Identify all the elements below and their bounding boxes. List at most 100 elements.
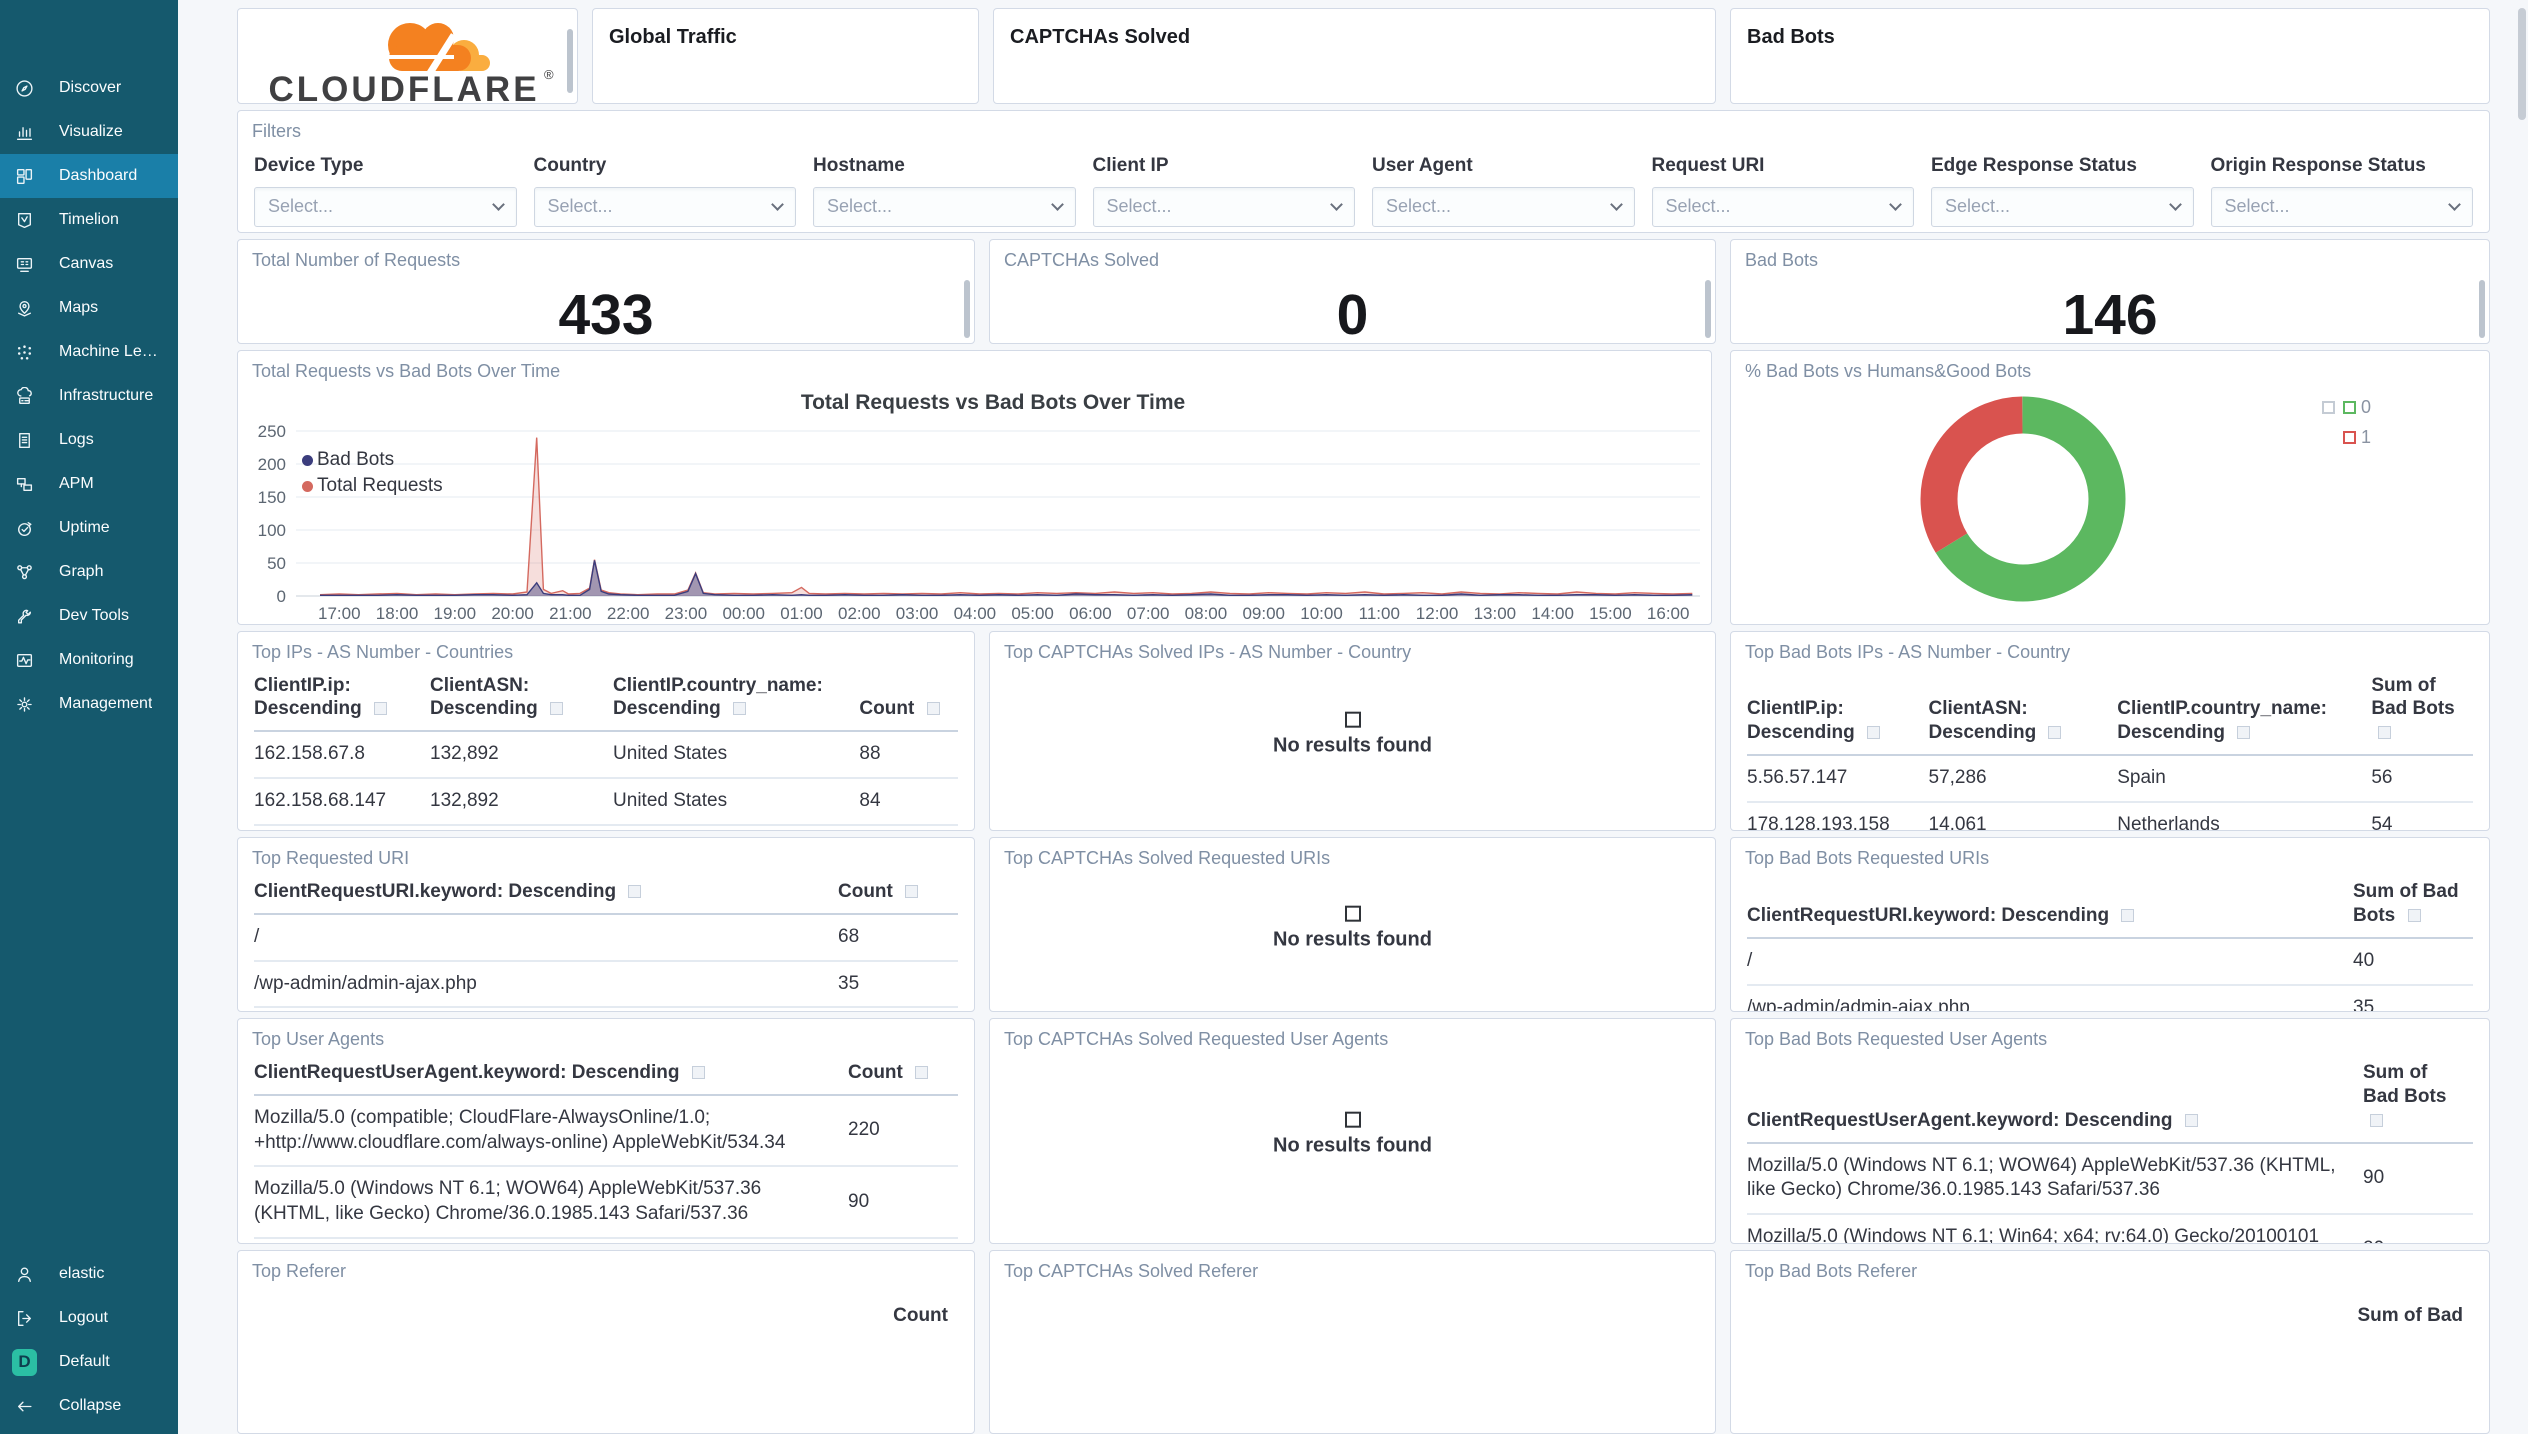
column-header[interactable]: Sum of Bad Bots — [2371, 667, 2473, 756]
column-header[interactable]: ClientIP.country_name: Descending — [2117, 667, 2372, 756]
filter-hostname: Hostname Select... — [813, 155, 1076, 227]
legend-item-total-requests[interactable]: Total Requests — [302, 475, 443, 497]
table-cell: 14,061 — [1928, 801, 2118, 831]
sidebar-item-logs[interactable]: Logs — [0, 418, 178, 462]
sidebar-item-label: Uptime — [59, 519, 110, 536]
column-header[interactable]: ClientASN: Descending — [1928, 667, 2118, 756]
no-results-message: No results found — [990, 905, 1715, 951]
svg-text:100: 100 — [258, 521, 286, 540]
svg-text:04:00: 04:00 — [954, 604, 997, 623]
table-cell: 162.158.67.8 — [254, 731, 430, 779]
sidebar-item-timelion[interactable]: Timelion — [0, 198, 178, 242]
sidebar-item-discover[interactable]: Discover — [0, 66, 178, 110]
sidebar-item-elastic[interactable]: elastic — [0, 1252, 178, 1296]
table-cell: 132,892 — [430, 777, 614, 826]
column-header[interactable]: ClientIP.ip: Descending — [1747, 667, 1929, 756]
sidebar-item-uptime[interactable]: Uptime — [0, 506, 178, 550]
sidebar-item-machine-le[interactable]: Machine Le… — [0, 330, 178, 374]
top-bad-bots-requested-user-agents-panel: Top Bad Bots Requested User Agents Client… — [1730, 1018, 2490, 1244]
column-header[interactable]: Sum of Bad — [2357, 1305, 2463, 1327]
svg-text:15:00: 15:00 — [1589, 604, 1632, 623]
column-header[interactable]: Count — [848, 1055, 958, 1097]
svg-text:18:00: 18:00 — [376, 604, 419, 623]
svg-text:14:00: 14:00 — [1531, 604, 1574, 623]
document-lines-icon — [15, 430, 37, 450]
legend-swatch-icon — [2342, 401, 2356, 415]
header-filter-square-icon — [926, 702, 940, 716]
sidebar-item-monitoring[interactable]: Monitoring — [0, 638, 178, 682]
column-header[interactable]: Sum of Bad Bots — [2363, 1055, 2473, 1144]
timelion-icon — [15, 210, 37, 230]
header-filter-square-icon — [2184, 1113, 2198, 1127]
sidebar-item-dev-tools[interactable]: Dev Tools — [0, 594, 178, 638]
page-scrollbar[interactable] — [2518, 8, 2526, 120]
panel-scrollbar[interactable] — [2479, 280, 2485, 339]
sidebar-item-graph[interactable]: Graph — [0, 550, 178, 594]
sidebar-item-management[interactable]: Management — [0, 682, 178, 726]
column-header[interactable]: Count — [838, 874, 958, 916]
column-header[interactable]: ClientASN: Descending — [430, 667, 614, 733]
sidebar-item-maps[interactable]: Maps — [0, 286, 178, 330]
header-filter-square-icon — [373, 702, 387, 716]
sidebar-item-label: elastic — [59, 1265, 105, 1282]
filter-device-type-select[interactable]: Select... — [254, 186, 517, 227]
column-header[interactable]: ClientRequestUserAgent.keyword: Descendi… — [254, 1055, 848, 1097]
panel-heading: Bad Bots — [1747, 26, 1835, 48]
arrow-left-icon — [15, 1396, 37, 1416]
filter-label: Hostname — [813, 154, 905, 176]
svg-text:21:00: 21:00 — [549, 604, 592, 623]
sidebar-item-visualize[interactable]: Visualize — [0, 110, 178, 154]
filter-client-ip-select[interactable]: Select... — [1092, 186, 1355, 227]
donut-legend-item-1[interactable]: 1 — [2322, 427, 2371, 448]
column-header[interactable]: ClientIP.ip: Descending — [254, 667, 430, 733]
column-header[interactable]: ClientRequestURI.keyword: Descending — [254, 874, 838, 916]
table-cell: 56 — [2371, 754, 2473, 803]
table-cell: Netherlands — [2117, 801, 2372, 831]
table-cell: 16 — [838, 1007, 958, 1012]
sidebar-item-infrastructure[interactable]: Infrastructure — [0, 374, 178, 418]
column-header[interactable]: ClientIP.country_name: Descending — [613, 667, 860, 733]
requests-vs-badbots-chart-panel: Total Requests vs Bad Bots Over Time 0 50… — [237, 350, 1712, 625]
data-table: ClientIP.ip: Descending ClientASN: Desce… — [1747, 667, 2473, 831]
sidebar-item-collapse[interactable]: Collapse — [0, 1384, 178, 1428]
header-filter-square-icon — [905, 885, 919, 899]
donut-legend-item-0[interactable]: 0 — [2321, 397, 2371, 418]
header-filter-square-icon — [549, 702, 563, 716]
table-cell: 220 — [848, 1095, 958, 1168]
filter-edge-response-status-select[interactable]: Select... — [1931, 186, 2194, 227]
table-row: 178.128.193.158 14,061 Netherlands 54 — [1747, 801, 2473, 831]
select-placeholder: Select... — [1106, 196, 1172, 217]
header-row: CLOUDFLARE ® Global Traffic CAPTCHAs Sol… — [237, 8, 2490, 104]
filter-country-select[interactable]: Select... — [533, 186, 796, 227]
filter-label: User Agent — [1372, 154, 1473, 176]
sidebar-item-dashboard[interactable]: Dashboard — [0, 154, 178, 198]
sidebar-item-default[interactable]: D Default — [0, 1340, 178, 1384]
legend-item-bad-bots[interactable]: Bad Bots — [302, 449, 443, 471]
column-header[interactable]: Sum of Bad Bots — [2353, 874, 2473, 939]
legend-filter-icon[interactable] — [2321, 401, 2335, 415]
filter-user-agent-select[interactable]: Select... — [1372, 186, 1635, 227]
table-cell: 162.158.68.147 — [254, 777, 430, 826]
column-header[interactable]: ClientRequestUserAgent.keyword: Descendi… — [1747, 1055, 2363, 1144]
sidebar-item-label: Timelion — [59, 211, 119, 228]
column-header[interactable]: Count — [893, 1305, 948, 1327]
sidebar-item-label: Canvas — [59, 255, 114, 272]
chevron-down-icon — [1889, 197, 1902, 211]
sidebar-item-apm[interactable]: APM — [0, 462, 178, 506]
table-cell: Mozilla/5.0 (Windows NT 6.1; WOW64) Appl… — [254, 1166, 848, 1239]
filter-request-uri-select[interactable]: Select... — [1651, 186, 1914, 227]
header-filter-square-icon — [2378, 726, 2392, 740]
panel-scrollbar[interactable] — [1705, 280, 1711, 339]
top-captchas-solved-referer-panel: Top CAPTCHAs Solved Referer — [989, 1249, 1716, 1434]
sidebar-item-canvas[interactable]: Canvas — [0, 242, 178, 286]
panel-scrollbar[interactable] — [964, 280, 970, 339]
table-cell: / — [1747, 937, 2353, 986]
metrics-row: Total Number of Requests 433 CAPTCHAs Solv… — [237, 239, 2490, 345]
column-header[interactable]: Count — [859, 667, 958, 733]
filter-origin-response-status-select[interactable]: Select... — [2210, 186, 2473, 227]
filter-hostname-select[interactable]: Select... — [813, 186, 1076, 227]
table-row: 5.56.57.14757,286Spain56 — [1747, 754, 2473, 803]
panel-scrollbar[interactable] — [567, 29, 573, 93]
sidebar-item-logout[interactable]: Logout — [0, 1296, 178, 1340]
column-header[interactable]: ClientRequestURI.keyword: Descending — [1747, 874, 2353, 939]
